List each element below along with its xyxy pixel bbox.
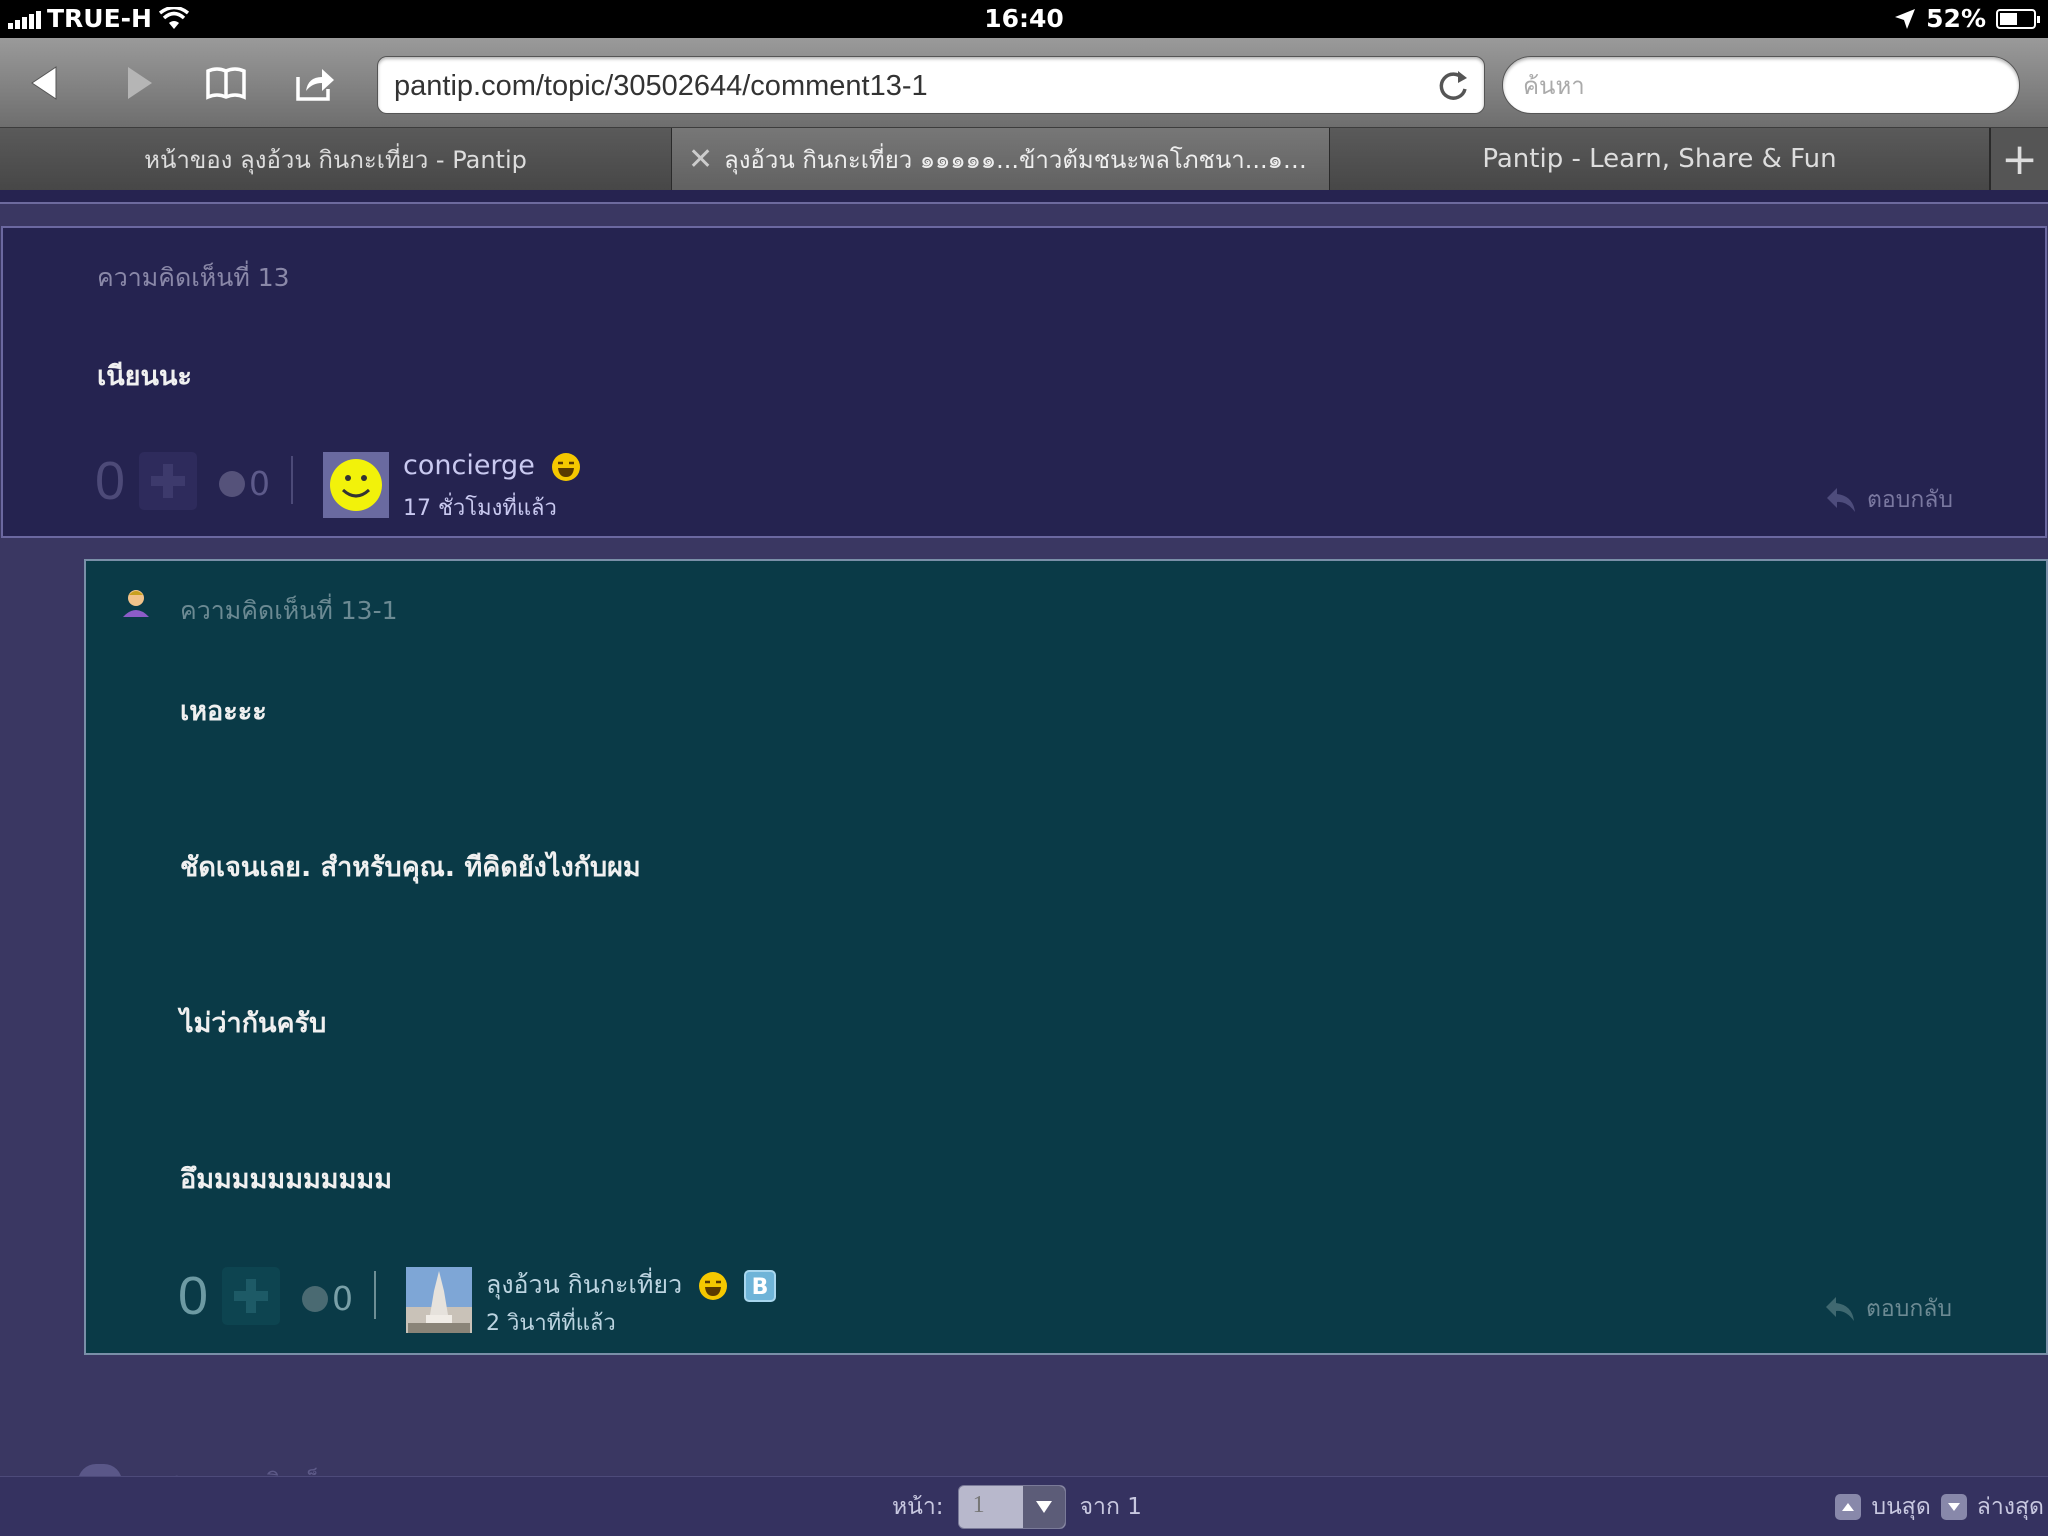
comment-line: เหอะะะ xyxy=(180,696,267,727)
page-footer: หน้า: 1 จาก 1 บนสุด ล่างสุด xyxy=(0,1476,2048,1536)
vote-score: 0 xyxy=(95,451,126,511)
emotion-face-icon xyxy=(219,470,245,497)
emotion-counter[interactable]: 0 xyxy=(219,464,270,503)
tab-strip: หน้าของ ลุงอ้วน กินกะเที่ยว - Pantip ✕ ล… xyxy=(0,128,2048,190)
owner-person-icon xyxy=(123,590,149,617)
comment-13: ความคิดเห็นที่ 13 เนียนนะ 0 0 concierge … xyxy=(1,226,2047,538)
username-link[interactable]: concierge xyxy=(403,450,581,482)
address-bar[interactable]: pantip.com/topic/30502644/comment13-1 xyxy=(377,56,1485,114)
smiley-avatar-image xyxy=(323,452,389,518)
forward-arrow-icon xyxy=(128,67,152,99)
comment-title: ความคิดเห็นที่ 13-1 xyxy=(180,596,398,625)
share-icon xyxy=(296,69,334,101)
emotion-count: 0 xyxy=(249,464,270,503)
plus-icon: + xyxy=(2001,133,2038,185)
comment-line: ไม่ว่ากันครับ xyxy=(180,1008,327,1039)
avatar[interactable] xyxy=(323,452,389,518)
divider xyxy=(374,1271,376,1319)
laughing-emoji-icon xyxy=(699,1272,728,1300)
back-arrow-icon xyxy=(31,66,57,100)
clock: 16:40 xyxy=(984,4,1064,33)
tab-home[interactable]: Pantip - Learn, Share & Fun xyxy=(1330,128,1990,190)
back-button[interactable] xyxy=(18,58,74,108)
reply-arrow-icon xyxy=(1827,488,1855,512)
close-icon[interactable]: ✕ xyxy=(688,142,713,177)
tab-profile[interactable]: หน้าของ ลุงอ้วน กินกะเที่ยว - Pantip xyxy=(0,128,672,190)
comment-line: ชัดเจนเลย. สำหรับคุณ. ทีคิดยังไงกับผม xyxy=(180,852,641,883)
location-arrow-icon xyxy=(1895,8,1916,29)
tab-topic[interactable]: ✕ ลุงอ้วน กินกะเที่ยว ๑๑๑๑๑...ข้าวต้มชนะ… xyxy=(672,128,1330,190)
up-arrow-icon[interactable] xyxy=(1835,1494,1862,1520)
avatar[interactable] xyxy=(406,1267,472,1333)
share-button[interactable] xyxy=(286,58,342,108)
search-bar[interactable] xyxy=(1502,56,2020,114)
scroll-links: บนสุด ล่างสุด xyxy=(1835,1489,2044,1525)
url-text: pantip.com/topic/30502644/comment13-1 xyxy=(394,70,928,102)
pagination: หน้า: 1 จาก 1 xyxy=(892,1485,1142,1529)
blog-badge-icon[interactable]: B xyxy=(744,1270,777,1302)
bookmarks-button[interactable] xyxy=(198,58,254,108)
reload-icon[interactable] xyxy=(1434,67,1472,105)
battery-fill xyxy=(2000,12,2017,25)
reply-button[interactable]: ตอบกลับ xyxy=(1824,1291,1952,1327)
tab-label: หน้าของ ลุงอ้วน กินกะเที่ยว - Pantip xyxy=(144,145,527,174)
post-time: 2 วินาทีที่แล้ว xyxy=(486,1311,616,1336)
emotion-count: 0 xyxy=(332,1279,353,1318)
vote-plus-button[interactable] xyxy=(139,452,197,510)
battery-icon xyxy=(1996,8,2040,29)
status-right: 52% xyxy=(1894,4,2040,33)
status-bar: TRUE-H 16:40 52% xyxy=(0,0,2048,38)
book-icon xyxy=(206,67,246,100)
post-time: 17 ชั่วโมงที่แล้ว xyxy=(403,496,557,521)
plus-icon xyxy=(234,1279,268,1313)
vote-score: 0 xyxy=(178,1266,209,1326)
temple-avatar-image xyxy=(406,1267,472,1333)
emotion-face-icon xyxy=(302,1285,328,1312)
username-link[interactable]: ลุงอ้วน กินกะเที่ยว B xyxy=(486,1265,777,1305)
username: concierge xyxy=(403,450,535,481)
comment-text: เนียนนะ xyxy=(97,361,192,392)
tab-label: Pantip - Learn, Share & Fun xyxy=(1482,144,1837,174)
reply-label: ตอบกลับ xyxy=(1866,1296,1952,1322)
page-label: หน้า: xyxy=(892,1494,944,1520)
down-arrow-icon[interactable] xyxy=(1940,1494,1967,1520)
username: ลุงอ้วน กินกะเที่ยว xyxy=(486,1270,683,1299)
browser-toolbar: pantip.com/topic/30502644/comment13-1 xyxy=(0,38,2048,128)
reply-button[interactable]: ตอบกลับ xyxy=(1825,482,1953,518)
scroll-bottom-link[interactable]: ล่างสุด xyxy=(1977,1489,2044,1525)
battery-percent: 52% xyxy=(1926,4,1986,33)
plus-icon xyxy=(151,464,185,498)
divider xyxy=(291,456,293,504)
chevron-down-icon xyxy=(1022,1486,1065,1528)
scroll-top-link[interactable]: บนสุด xyxy=(1871,1489,1930,1525)
comment-title: ความคิดเห็นที่ 13 xyxy=(97,263,290,292)
new-tab-button[interactable]: + xyxy=(1990,128,2048,190)
comment-13-1: ความคิดเห็นที่ 13-1 เหอะะะ ชัดเจนเลย. สำ… xyxy=(84,559,2048,1355)
page-select-value: 1 xyxy=(972,1492,985,1518)
comment-line: อึมมมมมมมมมมม xyxy=(180,1164,392,1195)
page-select[interactable]: 1 xyxy=(957,1485,1066,1529)
vote-plus-button[interactable] xyxy=(222,1267,280,1325)
tab-label: ลุงอ้วน กินกะเที่ยว ๑๑๑๑๑...ข้าวต้มชนะพล… xyxy=(724,145,1329,174)
emotion-counter[interactable]: 0 xyxy=(302,1279,353,1318)
search-input[interactable] xyxy=(1523,69,1993,103)
reply-arrow-icon xyxy=(1826,1297,1854,1321)
page-total: จาก 1 xyxy=(1079,1494,1142,1520)
reply-label: ตอบกลับ xyxy=(1867,487,1953,513)
previous-comment-edge xyxy=(0,190,2048,204)
laughing-emoji-icon xyxy=(552,452,581,481)
forward-button[interactable] xyxy=(110,58,166,108)
